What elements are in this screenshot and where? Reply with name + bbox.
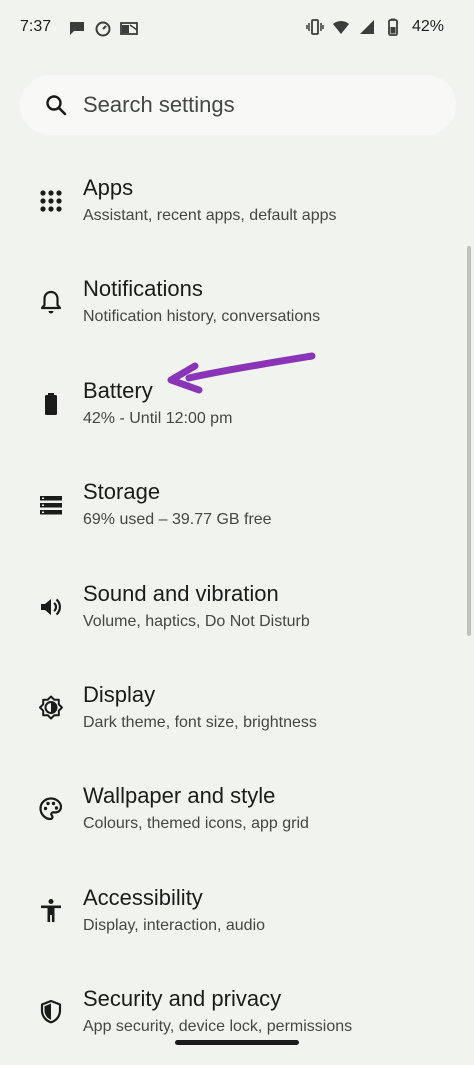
item-title: Battery [83,377,153,403]
apps-grid-icon [40,190,62,212]
item-subtitle: Volume, haptics, Do Not Disturb [83,612,310,630]
settings-item-wallpaper[interactable]: Wallpaper and style Colours, themed icon… [0,760,474,861]
item-title: Accessibility [83,884,203,910]
storage-icon [40,496,62,515]
speaker-icon [41,598,61,615]
item-subtitle: 42% - Until 12:00 pm [83,409,233,427]
item-title: Wallpaper and style [83,783,276,809]
accessibility-icon [41,898,61,922]
bell-icon [40,291,62,314]
vibrate-icon [306,19,324,35]
settings-item-display[interactable]: Display Dark theme, font size, brightnes… [0,659,474,760]
status-system-icons: 42% [306,18,444,36]
item-subtitle: Dark theme, font size, brightness [83,713,317,731]
search-icon [46,95,67,116]
timer-icon [95,21,111,37]
item-subtitle: Colours, themed icons, app grid [83,815,309,833]
item-subtitle: App security, device lock, permissions [83,1018,353,1036]
status-notification-icons [68,19,138,37]
item-title: Apps [83,175,134,200]
settings-item-storage[interactable]: Storage 69% used – 39.77 GB free [0,456,474,557]
item-title: Storage [83,479,161,505]
search-placeholder: Search settings [83,92,235,117]
item-title: Security and privacy [83,986,282,1012]
settings-item-accessibility[interactable]: Accessibility Display, interaction, audi… [0,862,474,963]
settings-item-notifications[interactable]: Notifications Notification history, conv… [0,253,474,354]
item-subtitle: Notification history, conversations [83,308,321,326]
settings-item-sound[interactable]: Sound and vibration Volume, haptics, Do … [0,558,474,659]
battery-icon [45,392,57,415]
shield-icon [40,1000,62,1024]
search-bar[interactable]: Search settings [20,75,456,135]
outlook-icon [120,22,138,35]
chat-icon [70,22,84,35]
item-title: Display [83,681,156,707]
signal-icon [359,20,374,34]
settings-item-apps[interactable]: Apps Assistant, recent apps, default app… [0,152,474,253]
palette-icon [39,797,63,821]
wifi-icon [332,20,349,34]
item-subtitle: Assistant, recent apps, default apps [83,207,337,224]
item-subtitle: Display, interaction, audio [83,916,266,934]
item-subtitle: 69% used – 39.77 GB free [83,511,272,529]
annotation-arrow [167,352,316,394]
settings-item-security[interactable]: Security and privacy App security, devic… [0,963,474,1064]
brightness-icon [39,695,63,720]
status-time: 7:37 [20,18,52,35]
item-title: Notifications [83,276,203,302]
item-title: Sound and vibration [83,580,279,606]
settings-list: Apps Assistant, recent apps, default app… [0,152,474,1065]
status-bar: 7:37 42% [0,0,474,56]
gesture-navigation-bar[interactable] [175,1040,299,1045]
scrollbar[interactable] [467,246,471,636]
battery-percent: 42% [411,18,444,35]
battery-icon [388,18,398,36]
